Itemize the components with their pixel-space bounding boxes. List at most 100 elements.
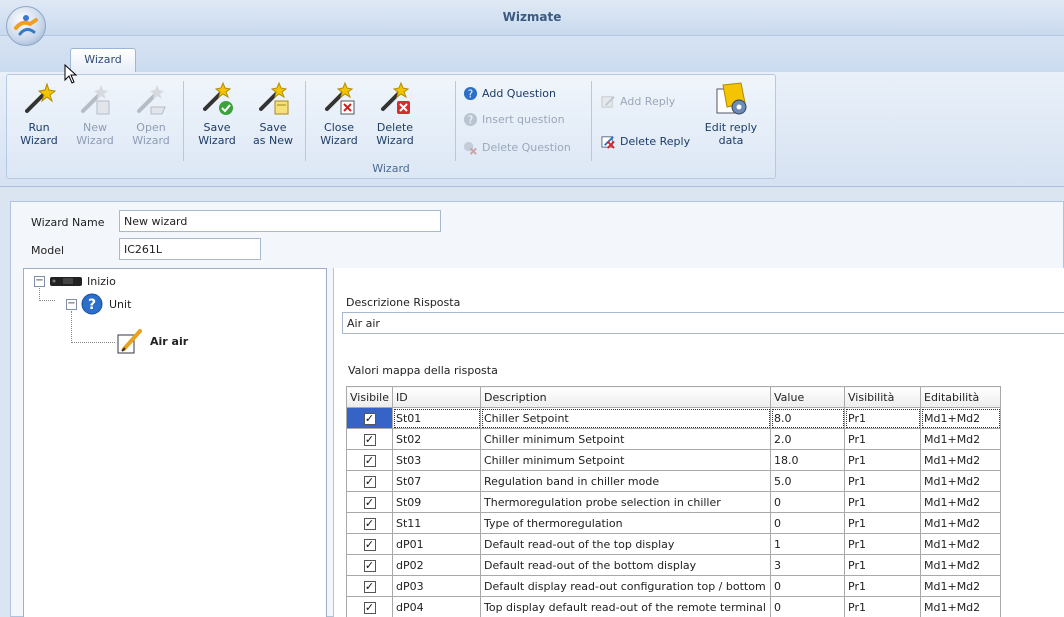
column-header-visible[interactable]: Visibile	[346, 386, 393, 408]
visibility-cell[interactable]: Pr1	[844, 575, 921, 597]
visibility-cell[interactable]: Pr1	[844, 533, 921, 555]
save-as-new-button[interactable]: Save as New	[247, 79, 299, 155]
delete-reply-button[interactable]: Delete Reply	[601, 131, 690, 151]
delete-wizard-button[interactable]: Delete Wizard	[369, 79, 421, 155]
editability-cell[interactable]: Md1+Md2	[920, 407, 1001, 429]
description-cell[interactable]: Regulation band in chiller mode	[480, 470, 771, 492]
id-cell[interactable]: dP04	[392, 596, 481, 617]
visible-cell[interactable]: ✓	[346, 575, 393, 597]
open-wizard-button[interactable]: Open Wizard	[125, 79, 177, 155]
id-cell[interactable]: St09	[392, 491, 481, 513]
description-cell[interactable]: Thermoregulation probe selection in chil…	[480, 491, 771, 513]
value-cell[interactable]: 0	[770, 491, 845, 513]
table-row[interactable]: ✓ St11 Type of thermoregulation 0 Pr1 Md1+Md2	[346, 512, 1001, 534]
visible-cell[interactable]: ✓	[346, 491, 393, 513]
visible-checkbox[interactable]: ✓	[363, 538, 376, 551]
save-wizard-button[interactable]: Save Wizard	[191, 79, 243, 155]
visible-cell[interactable]: ✓	[346, 596, 393, 617]
description-cell[interactable]: Default display read-out configuration t…	[480, 575, 771, 597]
editability-cell[interactable]: Md1+Md2	[920, 575, 1001, 597]
visible-cell[interactable]: ✓	[346, 449, 393, 471]
description-cell[interactable]: Type of thermoregulation	[480, 512, 771, 534]
id-cell[interactable]: dP01	[392, 533, 481, 555]
tree-node-air-air[interactable]: Air air	[116, 327, 188, 355]
visibility-cell[interactable]: Pr1	[844, 512, 921, 534]
collapse-icon[interactable]: −	[66, 298, 77, 310]
table-row[interactable]: ✓ St02 Chiller minimum Setpoint 2.0 Pr1 Md1+M…	[346, 428, 1001, 450]
value-cell[interactable]: 0	[770, 575, 845, 597]
visible-checkbox[interactable]: ✓	[363, 454, 376, 467]
id-cell[interactable]: St11	[392, 512, 481, 534]
editability-cell[interactable]: Md1+Md2	[920, 491, 1001, 513]
column-header-description[interactable]: Description	[480, 386, 771, 408]
tree-node-inizio[interactable]: − Inizio	[34, 273, 116, 289]
column-header-editability[interactable]: Editabilità	[920, 386, 1001, 408]
editability-cell[interactable]: Md1+Md2	[920, 554, 1001, 576]
visible-cell[interactable]: ✓	[346, 428, 393, 450]
visible-cell[interactable]: ✓	[346, 533, 393, 555]
visible-checkbox[interactable]: ✓	[363, 559, 376, 572]
value-cell[interactable]: 8.0	[770, 407, 845, 429]
edit-reply-data-button[interactable]: Edit reply data	[703, 79, 759, 155]
editability-cell[interactable]: Md1+Md2	[920, 449, 1001, 471]
value-cell[interactable]: 18.0	[770, 449, 845, 471]
add-reply-button[interactable]: Add Reply	[601, 91, 675, 111]
editability-cell[interactable]: Md1+Md2	[920, 596, 1001, 617]
tab-wizard[interactable]: Wizard	[70, 48, 136, 72]
value-cell[interactable]: 3	[770, 554, 845, 576]
editability-cell[interactable]: Md1+Md2	[920, 512, 1001, 534]
visible-checkbox[interactable]: ✓	[363, 433, 376, 446]
table-row[interactable]: ✓ St07 Regulation band in chiller mode 5.0 P…	[346, 470, 1001, 492]
value-cell[interactable]: 1	[770, 533, 845, 555]
visible-cell[interactable]: ✓	[346, 554, 393, 576]
column-header-visibility[interactable]: Visibilità	[844, 386, 921, 408]
visible-cell[interactable]: ✓	[346, 407, 393, 429]
description-cell[interactable]: Chiller minimum Setpoint	[480, 428, 771, 450]
column-header-id[interactable]: ID	[392, 386, 481, 408]
insert-question-button[interactable]: ? Insert question	[463, 109, 565, 129]
description-cell[interactable]: Top display default read-out of the remo…	[480, 596, 771, 617]
id-cell[interactable]: St01	[392, 407, 481, 429]
visibility-cell[interactable]: Pr1	[844, 491, 921, 513]
visible-checkbox[interactable]: ✓	[363, 475, 376, 488]
editability-cell[interactable]: Md1+Md2	[920, 470, 1001, 492]
wizard-name-input[interactable]	[119, 210, 441, 232]
id-cell[interactable]: dP03	[392, 575, 481, 597]
table-row[interactable]: ✓ dP01 Default read-out of the top display…	[346, 533, 1001, 555]
value-cell[interactable]: 2.0	[770, 428, 845, 450]
description-cell[interactable]: Default read-out of the top display	[480, 533, 771, 555]
visible-cell[interactable]: ✓	[346, 470, 393, 492]
visible-cell[interactable]: ✓	[346, 512, 393, 534]
close-wizard-button[interactable]: Close Wizard	[313, 79, 365, 155]
visibility-cell[interactable]: Pr1	[844, 407, 921, 429]
visibility-cell[interactable]: Pr1	[844, 449, 921, 471]
value-cell[interactable]: 0	[770, 512, 845, 534]
visibility-cell[interactable]: Pr1	[844, 428, 921, 450]
description-cell[interactable]: Default read-out of the bottom display	[480, 554, 771, 576]
description-input[interactable]	[342, 312, 1064, 334]
wizard-tree[interactable]: − Inizio − ? Unit Air air	[23, 268, 327, 617]
table-row[interactable]: ✓ dP02 Default read-out of the bottom disp…	[346, 554, 1001, 576]
visible-checkbox[interactable]: ✓	[363, 517, 376, 530]
application-menu-button[interactable]	[6, 6, 46, 46]
editability-cell[interactable]: Md1+Md2	[920, 428, 1001, 450]
id-cell[interactable]: St07	[392, 470, 481, 492]
collapse-icon[interactable]: −	[34, 275, 45, 287]
column-header-value[interactable]: Value	[770, 386, 845, 408]
id-cell[interactable]: St03	[392, 449, 481, 471]
table-row[interactable]: ✓ St09 Thermoregulation probe selection in…	[346, 491, 1001, 513]
new-wizard-button[interactable]: New Wizard	[69, 79, 121, 155]
table-row[interactable]: ✓ dP03 Default display read-out configurat…	[346, 575, 1001, 597]
editability-cell[interactable]: Md1+Md2	[920, 533, 1001, 555]
table-row[interactable]: ✓ St03 Chiller minimum Setpoint 18.0 Pr1 Md1+…	[346, 449, 1001, 471]
id-cell[interactable]: St02	[392, 428, 481, 450]
delete-question-button[interactable]: Delete Question	[463, 137, 571, 157]
id-cell[interactable]: dP02	[392, 554, 481, 576]
description-cell[interactable]: Chiller Setpoint	[480, 407, 771, 429]
visible-checkbox[interactable]: ✓	[363, 496, 376, 509]
tree-node-unit[interactable]: − ? Unit	[66, 293, 131, 315]
visibility-cell[interactable]: Pr1	[844, 596, 921, 617]
table-row[interactable]: ✓ St01 Chiller Setpoint 8.0 Pr1 Md1+Md2	[346, 407, 1001, 429]
visibility-cell[interactable]: Pr1	[844, 470, 921, 492]
reply-values-grid[interactable]: Visibile ID Description Value Visibilità…	[346, 386, 1001, 617]
